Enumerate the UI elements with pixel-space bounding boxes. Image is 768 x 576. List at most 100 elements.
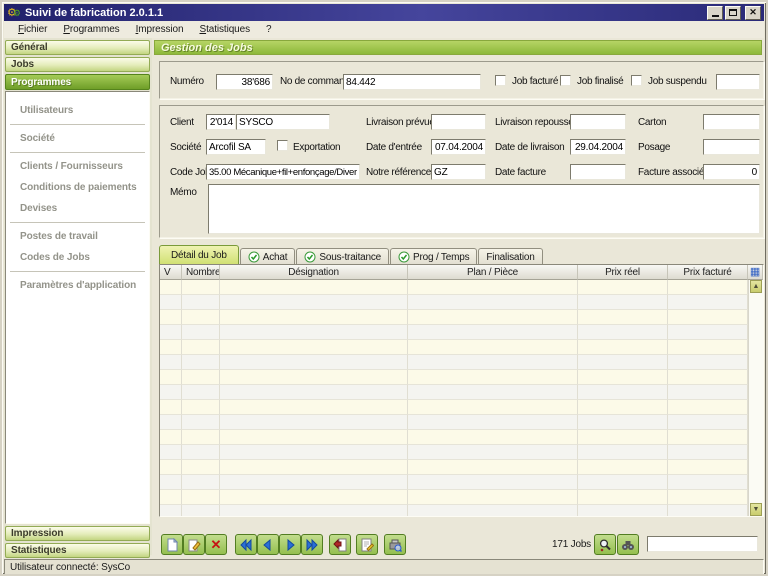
table-row[interactable] [160,310,748,325]
sidebar-item-parametres[interactable]: Paramètres d'application [6,275,149,296]
table-cell [578,430,668,445]
next-record-button[interactable] [279,534,301,555]
previous-record-button[interactable] [257,534,279,555]
client-name-field[interactable] [236,114,330,130]
table-row[interactable] [160,445,748,460]
posage-field[interactable] [703,139,760,155]
menu-statistiques[interactable]: Statistiques [191,22,258,37]
sidebar-section-impression[interactable]: Impression [5,526,150,541]
table-cell [668,340,748,355]
menu-programmes[interactable]: Programmes [55,22,127,37]
scroll-down-button[interactable]: ▼ [750,503,762,516]
edit-record-button[interactable] [183,534,205,555]
sidebar-item-clients-fournisseurs[interactable]: Clients / Fournisseurs [6,156,149,177]
table-row[interactable] [160,280,748,295]
delete-icon: ✕ [211,538,222,551]
tab-finalisation[interactable]: Finalisation [478,248,542,265]
table-row[interactable] [160,370,748,385]
col-header-nombre[interactable]: Nombre [182,265,220,280]
col-header-designation[interactable]: Désignation [220,265,408,280]
exportation-checkbox[interactable] [277,140,288,151]
table-row[interactable] [160,415,748,430]
table-row[interactable] [160,340,748,355]
date-facture-field[interactable] [570,164,626,180]
menu-impression[interactable]: Impression [128,22,192,37]
title-bar[interactable]: ⚙⚙ Suivi de fabrication 2.0.1.1 ✕ [4,4,764,21]
table-cell [408,385,578,400]
table-row[interactable] [160,460,748,475]
minimize-button[interactable] [707,6,723,20]
goto-record-button[interactable] [329,534,351,555]
sidebar-item-societe[interactable]: Société [6,128,149,149]
date-entree-field[interactable] [431,139,486,155]
sidebar-item-utilisateurs[interactable]: Utilisateurs [6,100,149,121]
find-button[interactable] [617,534,639,555]
client-code-field[interactable] [206,114,236,130]
sidebar-item-devises[interactable]: Devises [6,198,149,219]
new-record-button[interactable] [161,534,183,555]
delete-record-button[interactable]: ✕ [205,534,227,555]
table-row[interactable] [160,385,748,400]
job-report-button[interactable] [356,534,378,555]
societe-field[interactable] [206,139,266,155]
sidebar-section-general[interactable]: Général [5,40,150,55]
tab-sous-traitance[interactable]: Sous-traitance [296,248,389,265]
status-bar: Utilisateur connecté: SysCo [4,559,764,575]
table-row[interactable] [160,355,748,370]
job-facture-checkbox[interactable] [495,75,506,86]
date-entree-label: Date d'entrée [366,142,422,153]
column-options-button[interactable]: ▦ [748,265,763,280]
table-row[interactable] [160,490,748,505]
tab-achat[interactable]: Achat [240,248,296,265]
window-title: Suivi de fabrication 2.0.1.1 [25,7,163,19]
carton-field[interactable] [703,114,760,130]
last-record-button[interactable] [301,534,323,555]
table-row[interactable] [160,475,748,490]
col-header-plan-piece[interactable]: Plan / Pièce [408,265,578,280]
table-cell [220,280,408,295]
close-button[interactable]: ✕ [745,6,761,20]
table-grid-icon: ▦ [750,267,760,278]
notre-reference-field[interactable] [431,164,486,180]
table-row[interactable] [160,325,748,340]
col-header-v[interactable]: V [160,265,182,280]
livraison-prevue-field[interactable] [431,114,486,130]
job-finalise-checkbox[interactable] [560,75,571,86]
livraison-repoussee-field[interactable] [570,114,626,130]
copy-jobs-button[interactable] [384,534,406,555]
col-header-prix-reel[interactable]: Prix réel [578,265,668,280]
table-row[interactable] [160,430,748,445]
job-suspendu-field[interactable] [716,74,760,90]
table-cell [668,310,748,325]
menu-fichier[interactable]: Fichier [10,22,55,37]
menu-help[interactable]: ? [258,22,279,37]
numero-field[interactable] [216,74,273,90]
maximize-button[interactable] [725,6,741,20]
tab-prog-temps[interactable]: Prog / Temps [390,248,477,265]
date-livraison-field[interactable] [570,139,626,155]
sidebar-item-codes-jobs[interactable]: Codes de Jobs [6,247,149,268]
job-suspendu-checkbox[interactable] [631,75,642,86]
sidebar-item-conditions-paiements[interactable]: Conditions de paiements [6,177,149,198]
sidebar-section-statistiques[interactable]: Statistiques [5,543,150,558]
scroll-up-button[interactable]: ▲ [750,280,762,293]
col-header-prix-facture[interactable]: Prix facturé [668,265,748,280]
first-record-button[interactable] [235,534,257,555]
table-row[interactable] [160,400,748,415]
table-scrollbar[interactable]: ▲ ▼ [748,280,763,516]
search-button[interactable] [594,534,616,555]
table-cell [220,460,408,475]
tab-detail-du-job[interactable]: Détail du Job [159,245,239,265]
table-row[interactable] [160,505,748,517]
job-facture-label: Job facturé [512,76,558,87]
table-cell [578,415,668,430]
code-job-field[interactable] [206,164,360,180]
sidebar-section-programmes[interactable]: Programmes [5,74,150,90]
no-commande-field[interactable] [343,74,481,90]
sidebar-section-jobs[interactable]: Jobs [5,57,150,72]
facture-associee-field[interactable] [703,164,760,180]
table-row[interactable] [160,295,748,310]
search-input[interactable] [647,536,758,552]
memo-field[interactable] [208,184,760,234]
sidebar-item-postes-travail[interactable]: Postes de travail [6,226,149,247]
